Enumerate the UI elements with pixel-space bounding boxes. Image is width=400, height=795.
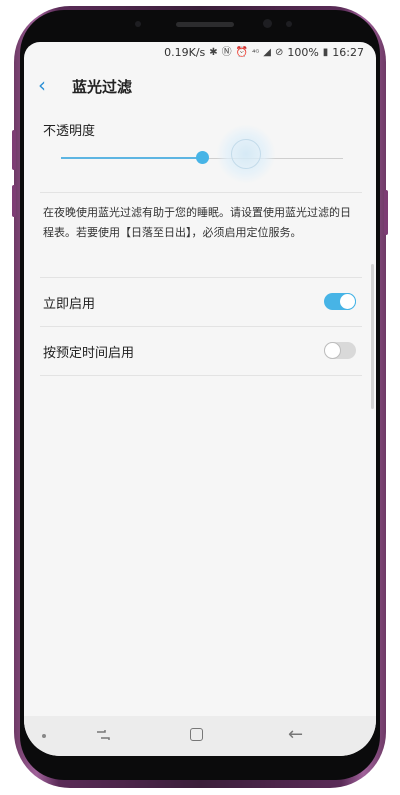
home-icon[interactable]: [190, 728, 203, 741]
clock: 16:27: [332, 46, 364, 59]
enable-now-toggle[interactable]: [324, 293, 356, 310]
battery-level: 100%: [287, 46, 319, 59]
bluetooth-icon: ✱: [209, 46, 218, 58]
setting-label: 立即启用: [43, 297, 96, 312]
scrollbar[interactable]: [371, 264, 374, 409]
sensor: [286, 21, 292, 27]
dnd-icon: ⊘: [274, 46, 284, 58]
iris-sensor: [135, 21, 141, 27]
power-button: [384, 190, 388, 235]
setting-row-enable-now[interactable]: 立即启用: [24, 278, 376, 326]
setting-row-scheduled[interactable]: 按预定时间启用: [24, 327, 376, 375]
opacity-slider[interactable]: [61, 124, 343, 184]
status-bar: 0.19K/s ✱ Ⓝ ⏰ ⁴ᴳ ◢ ⊘ 100% ▮ 16:27: [24, 42, 376, 64]
network-speed: 0.19K/s: [164, 46, 206, 59]
page-title: 蓝光过滤: [72, 78, 133, 96]
scheduled-toggle[interactable]: [324, 342, 356, 359]
slider-thumb[interactable]: [196, 151, 209, 164]
front-camera: [263, 19, 272, 28]
bixby-button: [12, 185, 16, 217]
blue-light-description: 在夜晚使用蓝光过滤有助于您的睡眠。请设置使用蓝光过滤的日程表。若要使用【日落至日…: [43, 206, 351, 239]
earpiece-speaker: [176, 22, 234, 27]
recent-apps-icon[interactable]: [96, 728, 110, 742]
wifi-4g-icon: ⁴ᴳ: [252, 47, 260, 57]
back-arrow-icon[interactable]: ‹: [38, 74, 46, 96]
slider-fill: [61, 157, 202, 159]
divider: [40, 192, 362, 193]
slider-touch-ripple: [216, 124, 276, 184]
keyboard-dot-icon[interactable]: [42, 734, 46, 738]
nfc-icon: Ⓝ: [221, 46, 232, 58]
opacity-label: 不透明度: [43, 124, 96, 139]
navigation-bar: ←: [24, 716, 376, 756]
battery-icon: ▮: [322, 46, 329, 58]
back-nav-icon[interactable]: ←: [288, 724, 303, 745]
divider: [40, 375, 362, 376]
alarm-icon: ⏰: [235, 46, 249, 58]
setting-label: 按预定时间启用: [43, 346, 135, 361]
app-header: ‹ 蓝光过滤: [24, 64, 376, 108]
screen: 0.19K/s ✱ Ⓝ ⏰ ⁴ᴳ ◢ ⊘ 100% ▮ 16:27 ‹ 蓝光过滤…: [24, 42, 376, 756]
volume-button: [12, 130, 16, 170]
signal-icon: ◢: [263, 46, 271, 58]
